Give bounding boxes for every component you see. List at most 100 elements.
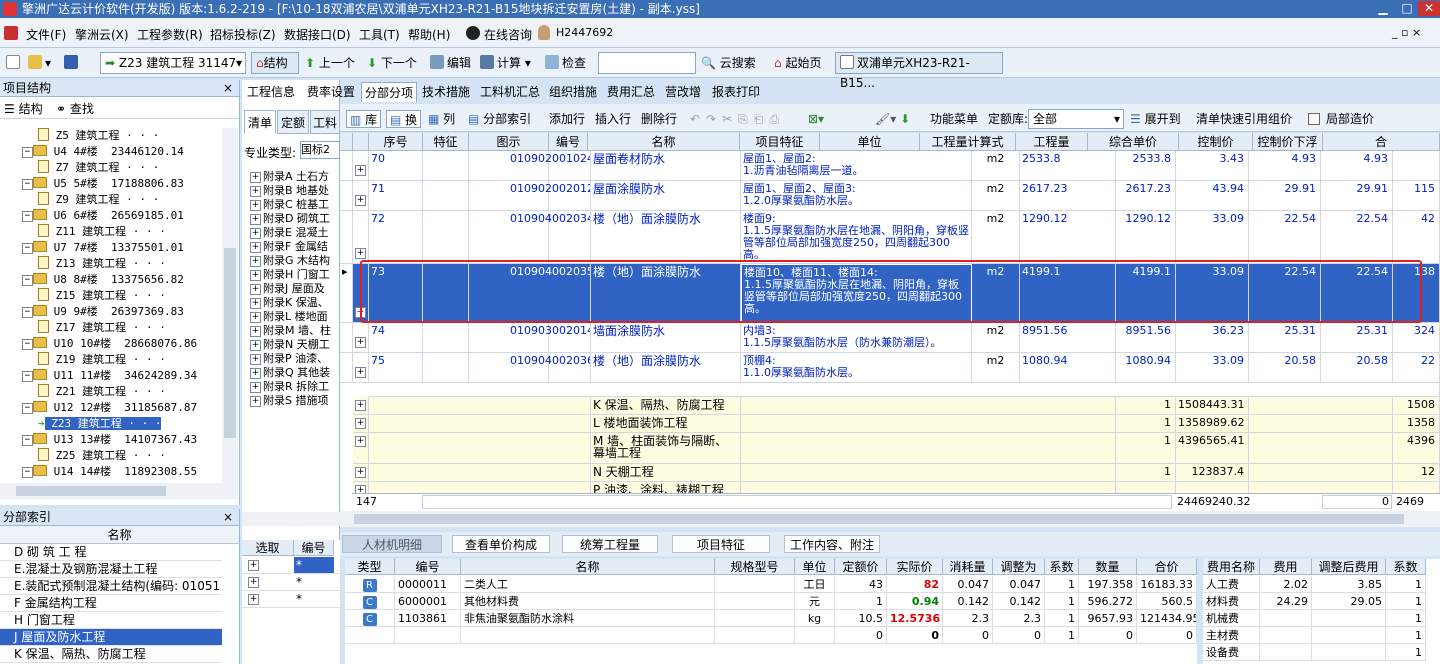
expand-icon[interactable]: +	[250, 228, 261, 239]
grid-hscrollbar[interactable]	[340, 511, 1440, 527]
close-panel-icon[interactable]: ×	[223, 80, 233, 97]
resource-actual[interactable]: 82	[887, 576, 943, 593]
expand-icon[interactable]: +	[248, 594, 259, 605]
row-formula[interactable]: 8951.56	[1020, 323, 1116, 353]
resource-adjust[interactable]: 0	[993, 627, 1045, 644]
expand-icon[interactable]: +	[355, 367, 366, 378]
tree-vscrollbar[interactable]	[222, 128, 238, 483]
expand-icon[interactable]: +	[250, 298, 261, 309]
appendix-item[interactable]: + 附录E 混凝土	[250, 226, 338, 240]
tab-0[interactable]: 工程信息	[244, 82, 298, 102]
tree-node[interactable]: − U8 8#楼 13375656.82	[22, 272, 184, 288]
bottom-tab-2[interactable]: 统筹工程量	[562, 535, 658, 553]
collapse-icon[interactable]: −	[22, 179, 33, 190]
expand-icon[interactable]: +	[250, 396, 261, 407]
fee-header[interactable]: 系数	[1386, 559, 1426, 575]
row-feature[interactable]: 顶棚4: 1.1.0厚聚氨酯防水层。	[741, 353, 972, 383]
resource-actual[interactable]: 0.94	[887, 593, 943, 610]
expand-icon[interactable]: +	[250, 326, 261, 337]
expand-icon[interactable]: +	[250, 284, 261, 295]
tab-3[interactable]: 技术措施	[419, 82, 473, 102]
resource-adjust[interactable]: 0.142	[993, 593, 1045, 610]
tree-node[interactable]: Z21 建筑工程 · · ·	[38, 384, 166, 400]
tree-node[interactable]: Z25 建筑工程 · · ·	[38, 448, 166, 464]
expand-icon[interactable]: +	[250, 382, 261, 393]
appendix-item[interactable]: + 附录M 墙、柱	[250, 324, 338, 338]
edit-icons-group[interactable]: ↶↷✂⎘⎗⎙	[690, 110, 785, 128]
row-expander[interactable]: +	[353, 151, 369, 181]
insert-row-button[interactable]: 插入行	[595, 110, 631, 128]
appendix-item[interactable]: + 附录H 门窗工	[250, 268, 338, 282]
index-item[interactable]: J 屋面及防水工程	[0, 629, 222, 646]
tree-node[interactable]: − U14 14#楼 11892308.55	[22, 464, 197, 480]
tree-node[interactable]: − U4 4#楼 23446120.14	[22, 144, 184, 160]
grid-header[interactable]: 序号	[369, 133, 423, 151]
expand-icon[interactable]: +	[248, 560, 259, 571]
expand-icon[interactable]: +	[355, 337, 366, 348]
find-button[interactable]: ⚭ 查找	[56, 100, 94, 117]
bottom-tab-0[interactable]: 人材机明细	[342, 535, 442, 553]
bottom-tab-4[interactable]: 工作内容、附注	[784, 535, 880, 553]
function-menu-button[interactable]: 功能菜单	[930, 110, 978, 128]
index-item[interactable]: D 砌 筑 工 程	[0, 544, 222, 561]
appendix-item[interactable]: + 附录K 保温、	[250, 296, 338, 310]
grid-header[interactable]	[353, 133, 369, 151]
row-expander[interactable]: +	[353, 181, 369, 211]
tree-node[interactable]: Z19 建筑工程 · · ·	[38, 352, 166, 368]
index-item[interactable]: E.混凝土及钢筋混凝土工程	[0, 561, 222, 578]
tab-2[interactable]: 分部分项	[361, 82, 418, 102]
expand-icon[interactable]: +	[250, 312, 261, 323]
mdi-restore-icon[interactable]: _ ▫ ×	[1392, 26, 1421, 39]
tree-node[interactable]: − U6 6#楼 26569185.01	[22, 208, 184, 224]
tree-node[interactable]: − U11 11#楼 34624289.34	[22, 368, 197, 384]
index-item[interactable]: F 金属结构工程	[0, 595, 222, 612]
resource-header[interactable]: 合价	[1137, 559, 1197, 575]
expand-icon[interactable]: +	[250, 270, 261, 281]
row-expander[interactable]: +	[353, 264, 369, 323]
tab-bill-list[interactable]: 清单	[244, 110, 276, 134]
resource-header[interactable]: 调整为	[993, 559, 1045, 575]
tree-node[interactable]: Z11 建筑工程 · · ·	[38, 224, 166, 240]
fee-header[interactable]: 费用名称	[1203, 559, 1260, 575]
row-feature[interactable]: 内墙3: 1.1.5厚聚氨酯防水层（防水兼防潮层）。	[741, 323, 972, 353]
add-row-button[interactable]: 添加行	[549, 110, 585, 128]
local-cost-checkbox[interactable]	[1308, 113, 1320, 125]
save-icon[interactable]	[64, 54, 81, 72]
choose-row[interactable]: + *	[242, 557, 340, 574]
cloud-search-button[interactable]: 🔍 云搜索	[701, 54, 756, 72]
up-button[interactable]: ⬆ 上一个	[305, 54, 355, 72]
tree-node[interactable]: Z17 建筑工程 · · ·	[38, 320, 166, 336]
fee-header[interactable]: 费用	[1260, 559, 1312, 575]
fee-header[interactable]: 调整后费用	[1312, 559, 1386, 575]
tree-node[interactable]: − U9 9#楼 26397369.83	[22, 304, 184, 320]
menu-project-params[interactable]: 工程参数(R)	[137, 26, 203, 43]
delete-row-button[interactable]: 删除行	[641, 110, 677, 128]
collapse-icon[interactable]: −	[22, 307, 33, 318]
section-expander[interactable]: +	[353, 397, 369, 415]
appendix-hscrollbar[interactable]	[242, 512, 340, 526]
tree-node[interactable]: Z7 建筑工程 · · ·	[38, 160, 159, 176]
collapse-icon[interactable]: −	[22, 403, 33, 414]
section-index-button[interactable]: ▤ 分部索引	[468, 110, 531, 128]
row-formula[interactable]: 1290.12	[1020, 211, 1116, 264]
expand-icon[interactable]: +	[355, 467, 366, 478]
menu-online-consult[interactable]: 在线咨询	[484, 26, 532, 43]
grid-header[interactable]: 单位	[820, 133, 920, 151]
menu-tools[interactable]: 工具(T)	[359, 26, 400, 43]
resource-actual[interactable]: 12.5736	[887, 610, 943, 627]
search-input[interactable]	[598, 52, 696, 74]
tree-node[interactable]: − U12 12#楼 31185687.87	[22, 400, 197, 416]
quick-ref-button[interactable]: 清单快速引用组价	[1196, 110, 1292, 128]
tree-node[interactable]: − U13 13#楼 14107367.43	[22, 432, 197, 448]
collapse-icon[interactable]: −	[22, 467, 33, 478]
fee-adj[interactable]: 3.85	[1312, 576, 1386, 593]
app-menu-icon[interactable]	[4, 26, 18, 40]
expand-icon[interactable]: +	[355, 418, 366, 429]
tab-4[interactable]: 工料机汇总	[477, 82, 543, 102]
menu-cloud[interactable]: 擎洲云(X)	[75, 26, 129, 43]
resource-header[interactable]: 单位	[795, 559, 835, 575]
row-feature[interactable]: 屋面1、屋面2、屋面3: 1.2.0厚聚氨酯防水层。	[741, 181, 972, 211]
index-item[interactable]: K 保温、隔热、防腐工程	[0, 646, 222, 663]
close-index-icon[interactable]: ×	[223, 509, 233, 526]
tab-8[interactable]: 报表打印	[709, 82, 763, 102]
